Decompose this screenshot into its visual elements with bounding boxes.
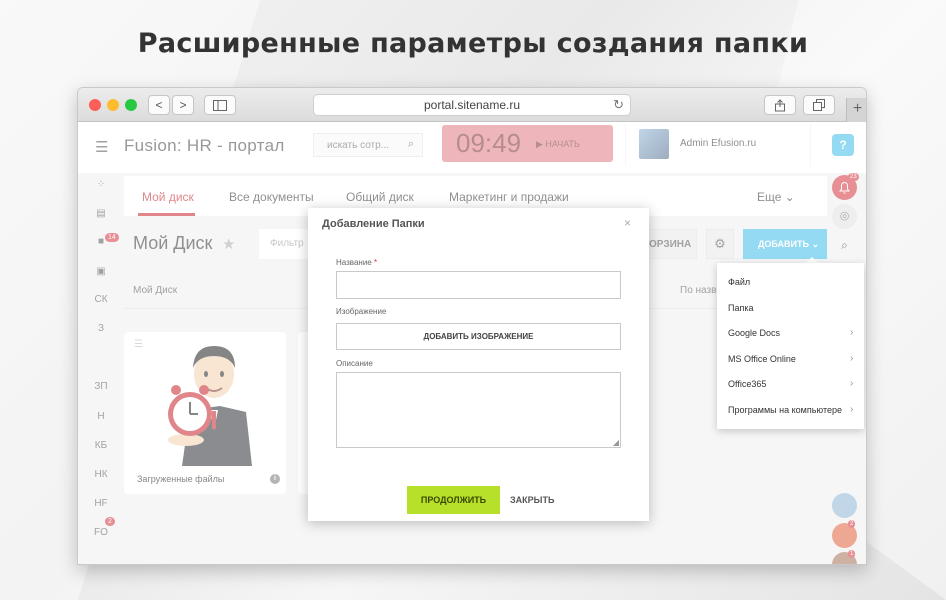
close-icon[interactable]: × — [624, 216, 631, 230]
resize-handle-icon[interactable]: ◢ — [613, 438, 619, 447]
minimize-window-dot[interactable] — [107, 99, 119, 111]
required-marker: * — [373, 258, 378, 267]
add-dropdown-menu: Файл Папка Google Docs › MS Office Onlin… — [717, 263, 864, 429]
name-label-text: Название — [336, 258, 372, 267]
tabs-icon — [813, 99, 825, 111]
close-window-dot[interactable] — [89, 99, 101, 111]
new-tab-button[interactable]: + — [846, 98, 866, 122]
url-text: portal.sitename.ru — [423, 98, 521, 112]
sidebar-toggle-button[interactable] — [204, 95, 236, 115]
reload-icon[interactable]: ↻ — [613, 95, 624, 115]
maximize-window-dot[interactable] — [125, 99, 137, 111]
menu-item-file[interactable]: Файл — [728, 277, 750, 287]
portal-app: ☰ Fusion: HR - портал искать сотр... ⌕ 0… — [78, 123, 866, 564]
menu-item-google-docs[interactable]: Google Docs — [728, 328, 780, 338]
forward-arrow-icon: > — [179, 98, 187, 112]
chevron-right-icon: › — [850, 353, 854, 364]
menu-item-ms-office-online[interactable]: MS Office Online — [728, 354, 796, 364]
address-bar[interactable]: portal.sitename.ru ↻ — [313, 94, 631, 116]
chevron-right-icon: › — [850, 378, 854, 389]
dialog-title: Добавление Папки — [322, 218, 425, 230]
browser-toolbar: < > portal.sitename.ru ↻ + — [78, 88, 866, 122]
add-image-button[interactable]: ДОБАВИТЬ ИЗОБРАЖЕНИЕ — [336, 323, 621, 350]
back-arrow-icon: < — [155, 98, 163, 112]
tabs-overview-button[interactable] — [803, 95, 835, 115]
plus-icon: + — [852, 100, 863, 117]
image-label: Изображение — [336, 307, 387, 316]
add-folder-dialog: Добавление Папки × Название * Изображени… — [308, 208, 649, 521]
share-button[interactable] — [764, 95, 796, 115]
menu-item-desktop-apps[interactable]: Программы на компьютере — [728, 405, 842, 415]
menu-item-folder[interactable]: Папка — [728, 303, 754, 313]
continue-button[interactable]: ПРОДОЛЖИТЬ — [407, 486, 500, 514]
browser-window: < > portal.sitename.ru ↻ + ☰ Fusion: HR … — [77, 87, 867, 565]
back-button[interactable]: < — [148, 95, 170, 115]
description-label: Описание — [336, 359, 373, 368]
close-button[interactable]: ЗАКРЫТЬ — [510, 495, 554, 505]
menu-item-office365[interactable]: Office365 — [728, 379, 766, 389]
folder-name-field[interactable] — [336, 271, 621, 299]
sidebar-icon — [213, 100, 227, 111]
chevron-right-icon: › — [850, 404, 854, 415]
forward-button[interactable]: > — [172, 95, 194, 115]
share-icon — [775, 99, 785, 112]
name-label: Название * — [336, 258, 377, 267]
description-field[interactable]: ◢ — [336, 372, 621, 448]
chevron-right-icon: › — [850, 327, 854, 338]
headline: Расширенные параметры создания папки — [137, 28, 809, 59]
